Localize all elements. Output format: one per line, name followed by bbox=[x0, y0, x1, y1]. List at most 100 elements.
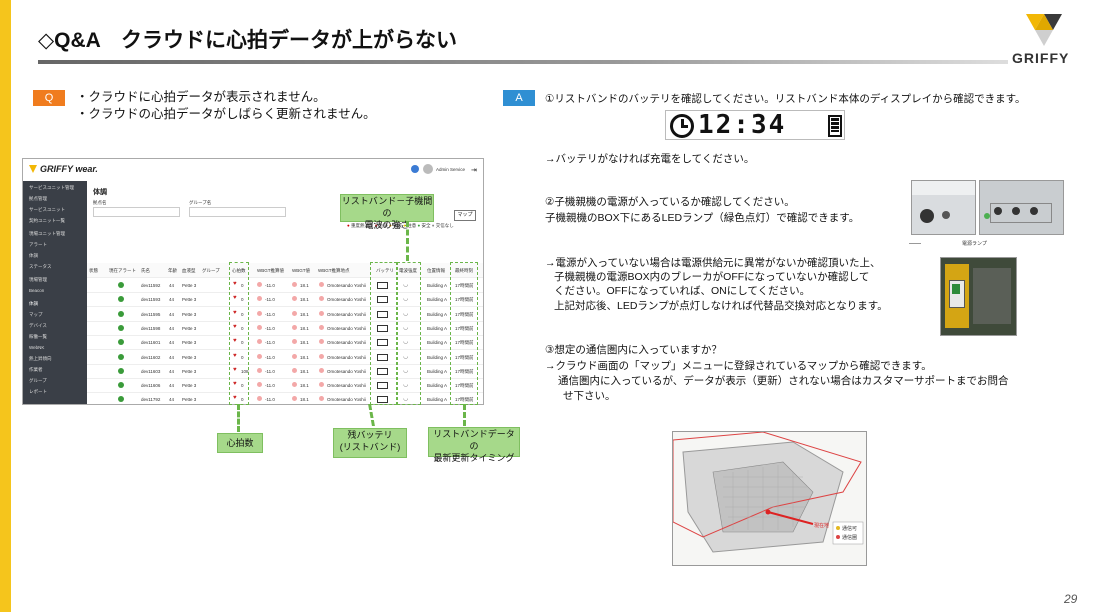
status-dot bbox=[118, 367, 124, 374]
sidebar-item: ステータス bbox=[29, 264, 52, 269]
display-time: 12:34 bbox=[698, 110, 787, 140]
temp-dot bbox=[292, 282, 297, 287]
place-dot bbox=[319, 282, 324, 287]
accent-bar bbox=[0, 0, 11, 612]
sidebar-item: 契約ユニット一覧 bbox=[29, 218, 65, 223]
answer-step-3-line-4: せ下さい。 bbox=[563, 390, 616, 402]
screenshot-brand: GRIFFY wear. bbox=[40, 164, 98, 174]
sidebar-item: 現場ユニット管理 bbox=[29, 231, 65, 236]
place-dot bbox=[319, 396, 324, 402]
callout-signal-line bbox=[406, 221, 409, 261]
place-dot bbox=[319, 324, 324, 330]
sidebar-item: 現場管理 bbox=[29, 277, 47, 282]
table-row: dev11792 44 Pette 3 ♥ 0 -11.0 18.1 Omotesando Y… bbox=[87, 392, 483, 404]
filter-2-select bbox=[189, 207, 286, 217]
logout-icon: ⇥ bbox=[471, 167, 477, 174]
heart-column-highlight bbox=[229, 262, 249, 405]
answer-step-2-line-2: 子機親機のBOX下にあるLEDランプ（緑色点灯）で確認できます。 bbox=[545, 212, 860, 224]
status-dot bbox=[118, 324, 124, 331]
status-dot bbox=[118, 339, 124, 346]
callout-update: リストバンドデータの 最新更新タイミング bbox=[428, 427, 520, 463]
sidebar-item: レポート bbox=[29, 389, 47, 394]
status-dot bbox=[118, 353, 124, 360]
temp-dot bbox=[292, 310, 297, 316]
table-row: dev11603 44 Pette 3 ♥ 108 -11.0 18.1 Omotesando… bbox=[87, 364, 483, 379]
sidebar-item: 作業者 bbox=[29, 367, 43, 372]
caption-rule bbox=[909, 243, 921, 244]
screenshot-page-title: 体調 bbox=[93, 189, 107, 196]
battery-column-highlight bbox=[370, 262, 397, 405]
page-number: 29 bbox=[1064, 592, 1078, 606]
place-dot bbox=[319, 353, 324, 359]
answer-step-3-line-3: 通信圏内に入っているが、データが表示（更新）されない場合はカスタマーサポートまで… bbox=[558, 375, 1009, 387]
battery-icon bbox=[828, 115, 842, 137]
callout-battery-line bbox=[368, 404, 389, 426]
avatar bbox=[423, 164, 433, 174]
title-underline bbox=[38, 60, 1008, 64]
answer-badge: A bbox=[503, 90, 535, 106]
answer-step-3-line-1: ③想定の通信圏内に入っていますか？ bbox=[545, 344, 722, 356]
map-drawing bbox=[673, 432, 866, 565]
map-legend-1: 通信可 bbox=[842, 526, 858, 532]
place-dot bbox=[319, 367, 324, 373]
device-photo-2 bbox=[979, 180, 1064, 235]
callout-update-line bbox=[463, 404, 466, 426]
map-mock-button: マップ bbox=[454, 210, 476, 221]
map-legend-2: 通信圏 bbox=[842, 535, 858, 541]
filter-1-select bbox=[93, 207, 180, 217]
question-badge: Q bbox=[33, 90, 65, 106]
temp-dot bbox=[292, 339, 297, 345]
filter-2-label: グループ名 bbox=[189, 200, 212, 205]
coverage-map: 通信可 通信圏 現在地 bbox=[672, 431, 867, 566]
page-title: ◇Q&A クラウドに心拍データが上がらない bbox=[38, 29, 458, 52]
status-dot bbox=[118, 396, 124, 403]
sidebar-item: サービスユニット bbox=[29, 207, 65, 212]
place-dot bbox=[319, 310, 324, 316]
wristband-display: 12:34 bbox=[665, 110, 845, 140]
sidebar-item-active: 体調 bbox=[29, 301, 38, 306]
sidebar-item: WebNK bbox=[29, 345, 45, 350]
screenshot-header: GRIFFY wear. Admin Service ⇥ bbox=[23, 159, 483, 182]
wbgt-dot bbox=[257, 296, 262, 302]
logo-text: GRIFFY bbox=[1012, 50, 1070, 66]
question-line-2: ・クラウドの心拍データがしばらく更新されません。 bbox=[76, 107, 376, 121]
callout-heart-line bbox=[237, 404, 240, 432]
answer-step-1-note: →バッテリがなければ充電をしてください。 bbox=[545, 153, 755, 165]
photo-caption: 電源ランプ bbox=[962, 241, 987, 247]
wbgt-dot bbox=[257, 324, 262, 330]
answer-step-2-note-3: ください。OFFになっていれば、ONにしてください。 bbox=[554, 285, 811, 297]
answer-step-3-line-2: →クラウド画面の「マップ」メニューに登録されているマップから確認できます。 bbox=[545, 360, 932, 372]
answer-step-1: ①リストバンドのバッテリを確認してください。リストバンド本体のディスプレイから確… bbox=[545, 93, 1026, 105]
sidebar-item: 稼働一覧 bbox=[29, 334, 47, 339]
screenshot-sidebar: サービスユニット管理 拠点管理 サービスユニット 契約ユニット一覧 現場ユニット… bbox=[23, 181, 87, 404]
table-row: dev11602 44 Pette 3 ♥ 0 -11.0 18.1 Omotesando Y… bbox=[87, 350, 483, 365]
wbgt-dot bbox=[257, 310, 262, 316]
wbgt-dot bbox=[257, 396, 262, 402]
wbgt-dot bbox=[257, 367, 262, 373]
wbgt-dot bbox=[257, 339, 262, 345]
table-header: 状態 現在アラート 氏名 年齢 血液型 グループ 心拍数 WBGT推算値 WBG… bbox=[87, 263, 483, 278]
temp-dot bbox=[292, 382, 297, 388]
clock-icon bbox=[670, 114, 694, 138]
status-dot bbox=[118, 382, 124, 389]
sidebar-item: マップ bbox=[29, 312, 43, 317]
place-dot bbox=[319, 339, 324, 345]
help-icon bbox=[411, 165, 419, 173]
temp-dot bbox=[292, 367, 297, 373]
temp-dot bbox=[292, 324, 297, 330]
sidebar-item: グループ bbox=[29, 378, 47, 383]
device-photo-1 bbox=[911, 180, 976, 235]
status-dot bbox=[118, 296, 124, 303]
callout-signal: リストバンド－子機間の 電波の強さ bbox=[340, 194, 434, 230]
answer-step-2-note-2: 子機親機の電源BOX内のブレーカがOFFになっていないか確認して bbox=[554, 271, 870, 283]
sidebar-item: デバイス bbox=[29, 323, 47, 328]
filter-1-label: 拠点名 bbox=[93, 200, 107, 205]
status-dot bbox=[118, 282, 124, 288]
griffy-mini-logo-icon bbox=[29, 165, 37, 173]
table-row: dev11595 44 Pette 3 ♥ 0 -11.0 18.1 Omotesando Y… bbox=[87, 307, 483, 322]
answer-step-2-line-1: ②子機親機の電源が入っているか確認してください。 bbox=[545, 196, 795, 208]
answer-step-2-note-4: 上記対応後、LEDランプが点灯しなければ代替品交換対応となります。 bbox=[554, 300, 888, 312]
table-row: dev11592 44 Pette 3 ♥ 0 -11.0 18.1 Omotesando Y… bbox=[87, 278, 483, 293]
status-dot bbox=[118, 310, 124, 317]
signal-column-highlight bbox=[397, 262, 421, 405]
